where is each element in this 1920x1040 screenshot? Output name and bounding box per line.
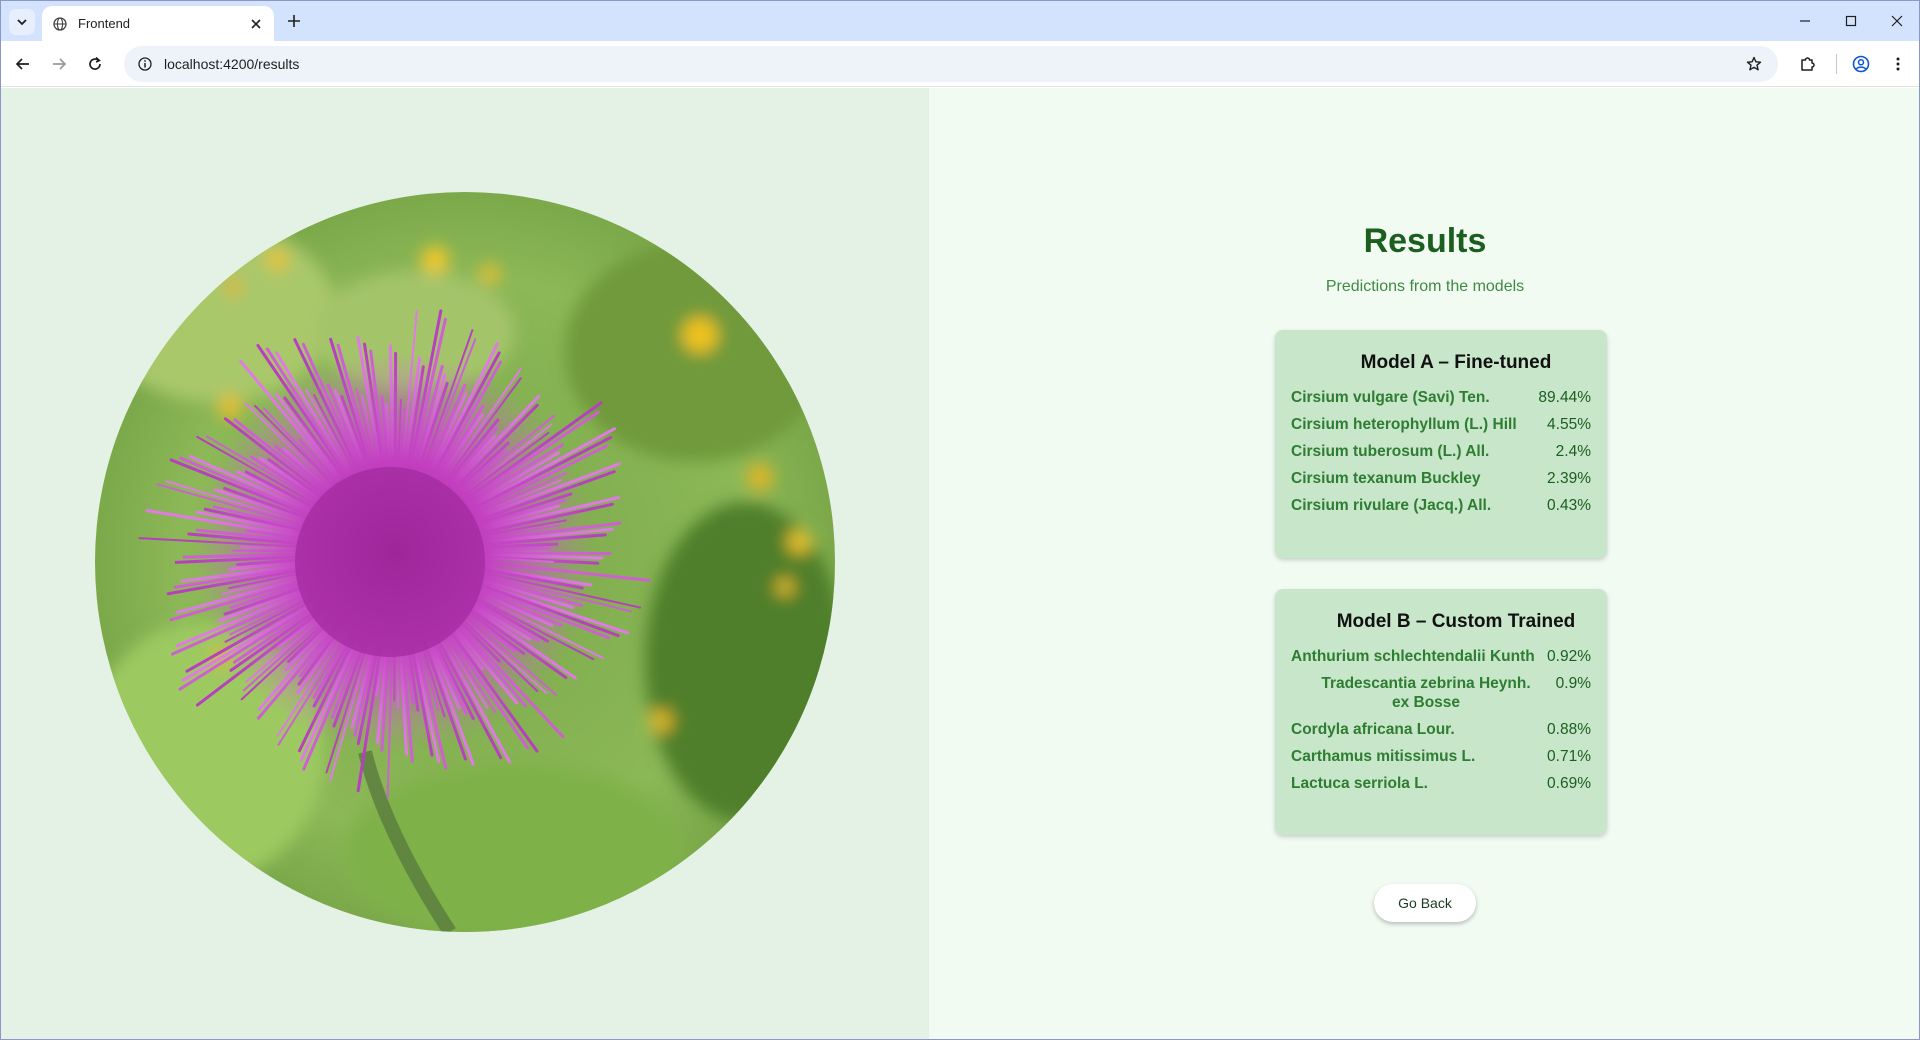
chevron-down-icon <box>17 19 27 26</box>
prediction-row: Cordyla africana Lour. 0.88% <box>1291 720 1591 739</box>
prediction-value: 4.55% <box>1547 416 1591 433</box>
prediction-row: Anthurium schlechtendalii Kunth 0.92% <box>1291 647 1591 666</box>
address-bar[interactable]: localhost:4200/results <box>124 46 1778 82</box>
toolbar-separator <box>1836 54 1837 74</box>
prediction-name: Cordyla africana Lour. <box>1291 721 1455 738</box>
url-text: localhost:4200/results <box>164 56 300 72</box>
results-pane: Results Predictions from the models Mode… <box>929 88 1919 1039</box>
prediction-name: Cirsium heterophyllum (L.) Hill <box>1291 416 1517 433</box>
prediction-row: Carthamus mitissimus L. 0.71% <box>1291 747 1591 766</box>
prediction-name: Tradescantia zebrina Heynh. ex Bosse <box>1321 675 1531 711</box>
tab-strip: Frontend <box>1 1 1919 41</box>
close-window-icon <box>1891 15 1903 27</box>
uploaded-flower-image <box>95 192 835 932</box>
account-icon <box>1852 55 1870 73</box>
prediction-name: Cirsium rivulare (Jacq.) All. <box>1291 497 1492 514</box>
info-icon[interactable] <box>136 55 154 73</box>
prediction-name: Cirsium tuberosum (L.) All. <box>1291 443 1490 460</box>
minimize-icon <box>1800 20 1810 22</box>
close-window-button[interactable] <box>1885 9 1909 33</box>
results-title: Results <box>1363 222 1487 260</box>
close-icon[interactable] <box>246 14 266 34</box>
tab-frontend[interactable]: Frontend <box>42 6 274 41</box>
prediction-row: Tradescantia zebrina Heynh. ex Bosse 0.9… <box>1291 674 1591 712</box>
tab-search-button[interactable] <box>9 9 35 35</box>
model-a-card: Model A – Fine-tuned Cirsium vulgare (Sa… <box>1275 330 1607 558</box>
arrow-left-icon <box>15 58 29 70</box>
model-b-title: Model B – Custom Trained <box>1336 611 1576 632</box>
profile-button[interactable] <box>1849 52 1873 76</box>
prediction-row: Cirsium tuberosum (L.) All. 2.4% <box>1291 442 1591 461</box>
menu-button[interactable] <box>1886 52 1910 76</box>
forward-button[interactable] <box>47 52 71 76</box>
reload-button[interactable] <box>83 52 107 76</box>
prediction-row: Cirsium rivulare (Jacq.) All. 0.43% <box>1291 496 1591 515</box>
maximize-icon <box>1845 15 1857 27</box>
prediction-value: 0.88% <box>1547 721 1591 738</box>
model-b-card: Model B – Custom Trained Anthurium schle… <box>1275 589 1607 835</box>
prediction-value: 2.4% <box>1555 443 1591 460</box>
prediction-name: Lactuca serriola L. <box>1291 775 1428 792</box>
prediction-row: Cirsium heterophyllum (L.) Hill 4.55% <box>1291 415 1591 434</box>
prediction-row: Cirsium texanum Buckley 2.39% <box>1291 469 1591 488</box>
image-pane <box>1 88 929 1039</box>
prediction-name: Carthamus mitissimus L. <box>1291 748 1476 765</box>
prediction-value: 0.71% <box>1547 748 1591 765</box>
prediction-row: Cirsium vulgare (Savi) Ten. 89.44% <box>1291 388 1591 407</box>
prediction-value: 0.69% <box>1547 775 1591 792</box>
go-back-button[interactable]: Go Back <box>1374 884 1476 922</box>
star-icon[interactable] <box>1742 52 1766 76</box>
prediction-value: 0.43% <box>1547 497 1591 514</box>
arrow-right-icon <box>53 58 67 70</box>
new-tab-button[interactable] <box>283 10 305 32</box>
prediction-value: 0.9% <box>1555 675 1591 692</box>
maximize-button[interactable] <box>1839 9 1863 33</box>
page-content: Results Predictions from the models Mode… <box>1 88 1919 1039</box>
tab-title: Frontend <box>78 16 131 31</box>
browser-window: Frontend localhost:4200/results Results … <box>0 0 1920 1040</box>
plus-icon <box>288 15 300 27</box>
prediction-row: Lactuca serriola L. 0.69% <box>1291 774 1591 793</box>
extensions-button[interactable] <box>1796 52 1820 76</box>
prediction-name: Anthurium schlechtendalii Kunth <box>1291 648 1535 665</box>
puzzle-icon <box>1801 57 1815 71</box>
kebab-menu-icon <box>1896 57 1900 71</box>
prediction-value: 2.39% <box>1547 470 1591 487</box>
prediction-value: 0.92% <box>1547 648 1591 665</box>
results-subtitle: Predictions from the models <box>1325 278 1525 295</box>
prediction-value: 89.44% <box>1538 389 1591 406</box>
model-a-title: Model A – Fine-tuned <box>1360 352 1552 373</box>
reload-icon <box>89 56 101 70</box>
globe-icon <box>52 16 68 32</box>
back-button[interactable] <box>11 52 35 76</box>
minimize-button[interactable] <box>1793 9 1817 33</box>
prediction-name: Cirsium vulgare (Savi) Ten. <box>1291 389 1490 406</box>
browser-toolbar: localhost:4200/results <box>1 41 1919 87</box>
prediction-name: Cirsium texanum Buckley <box>1291 470 1481 487</box>
